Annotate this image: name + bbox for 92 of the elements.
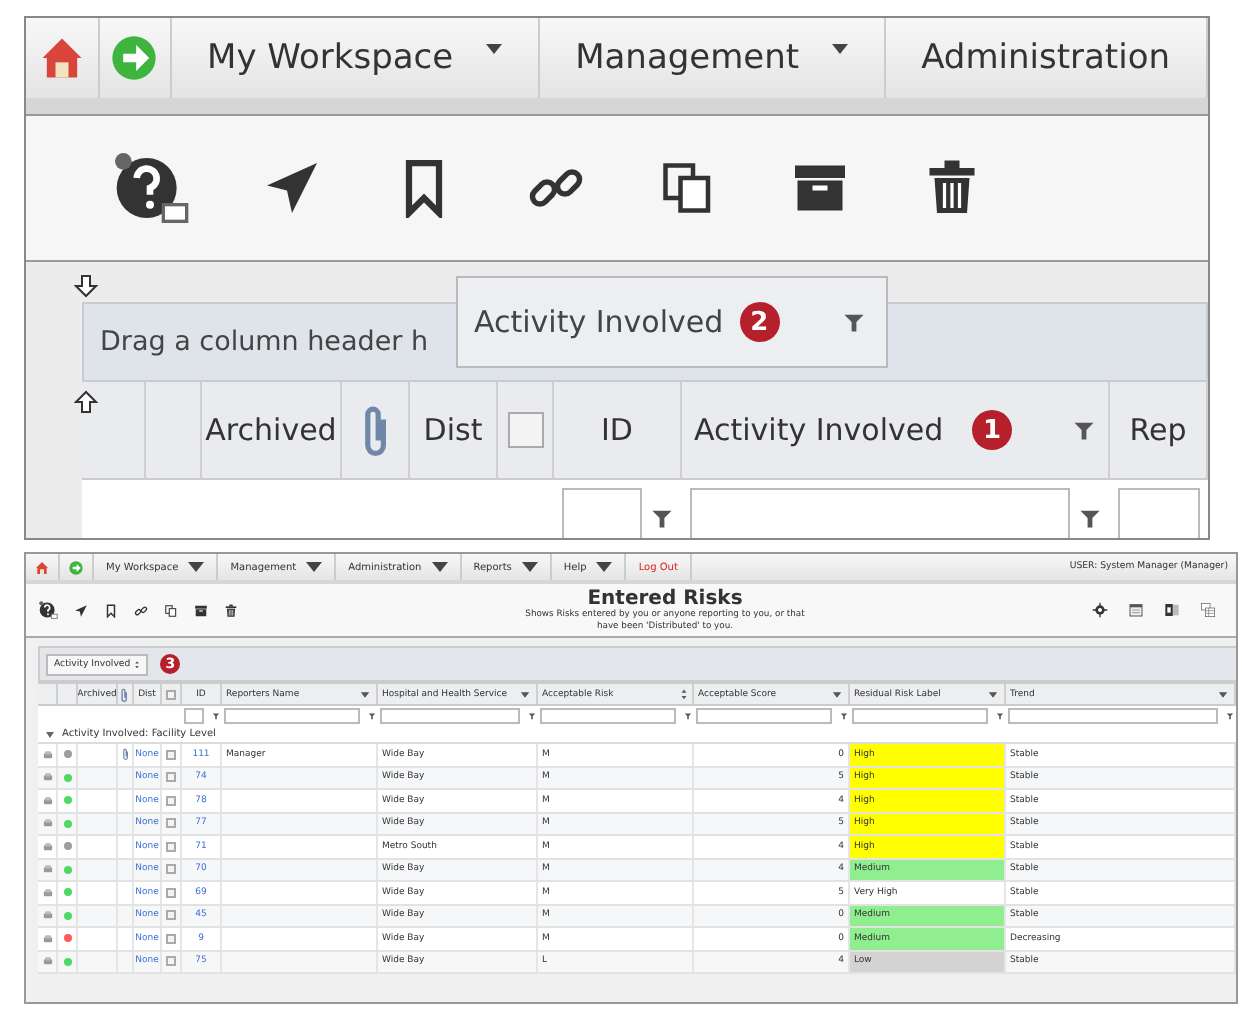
sort-icon[interactable] xyxy=(680,687,688,701)
dropdown-icon[interactable] xyxy=(1216,687,1230,701)
filter-field[interactable] xyxy=(1008,708,1218,724)
settings-icon[interactable] xyxy=(1092,602,1108,618)
callout-badge: 2 xyxy=(739,302,780,342)
stack-icon[interactable] xyxy=(41,818,53,829)
filter-field[interactable] xyxy=(540,708,676,724)
link-icon[interactable] xyxy=(134,603,148,617)
filter-icon[interactable] xyxy=(1226,712,1234,720)
calendar-icon[interactable] xyxy=(1128,602,1144,618)
filter-field[interactable] xyxy=(690,488,1070,538)
caret-icon xyxy=(188,562,205,572)
filter-icon[interactable] xyxy=(1072,418,1096,442)
filter-field[interactable] xyxy=(696,708,832,724)
filter-icon[interactable] xyxy=(842,310,866,334)
paper-plane-icon[interactable] xyxy=(262,158,322,218)
filter-field[interactable] xyxy=(224,708,360,724)
select-all-checkbox[interactable] xyxy=(166,689,176,699)
row-checkbox[interactable] xyxy=(166,887,176,898)
sort-icon[interactable] xyxy=(134,659,141,669)
paperclip-icon xyxy=(121,748,129,761)
house-icon[interactable] xyxy=(34,559,50,575)
filter-icon[interactable] xyxy=(840,712,848,720)
drop-arrow-icon xyxy=(74,390,98,414)
column-header[interactable]: Rep xyxy=(1110,382,1208,478)
go-icon[interactable] xyxy=(108,32,161,84)
menu-item[interactable]: My Workspace xyxy=(171,18,540,98)
dropdown-icon[interactable] xyxy=(518,687,532,701)
filter-field[interactable] xyxy=(852,708,988,724)
filter-field[interactable] xyxy=(184,708,204,724)
select-all-checkbox[interactable] xyxy=(507,412,543,448)
dropdown-icon[interactable] xyxy=(830,687,844,701)
stack-icon[interactable] xyxy=(41,795,53,806)
question-mark-icon[interactable] xyxy=(110,148,190,228)
filter-icon[interactable] xyxy=(996,712,1004,720)
column-header[interactable]: Activity Involved 1 xyxy=(682,382,1110,478)
row-checkbox[interactable] xyxy=(166,749,176,760)
row-checkbox[interactable] xyxy=(166,956,176,967)
go-icon[interactable] xyxy=(68,559,84,575)
caret-icon xyxy=(431,562,448,572)
callout-badge: 1 xyxy=(972,410,1012,450)
stack-icon[interactable] xyxy=(41,910,53,921)
stack-icon[interactable] xyxy=(41,772,53,783)
row-checkbox[interactable] xyxy=(166,795,176,806)
column-header[interactable]: Archived xyxy=(202,382,342,478)
expand-toggle[interactable] xyxy=(46,731,54,737)
stack-icon[interactable] xyxy=(41,933,53,944)
stack-icon[interactable] xyxy=(41,864,53,875)
filter-field[interactable] xyxy=(562,488,642,538)
caret-icon xyxy=(831,43,848,53)
paperclip-icon xyxy=(359,404,391,456)
bookmark-icon[interactable] xyxy=(104,603,118,617)
filter-icon[interactable] xyxy=(528,712,536,720)
row-checkbox[interactable] xyxy=(166,933,176,944)
page-title: Entered Risks xyxy=(587,588,743,611)
dropdown-icon[interactable] xyxy=(986,687,1000,701)
paper-plane-icon[interactable] xyxy=(74,603,88,617)
filter-icon[interactable] xyxy=(684,712,692,720)
row-checkbox[interactable] xyxy=(166,772,176,783)
filter-icon[interactable] xyxy=(650,506,674,530)
copy-icon[interactable] xyxy=(164,603,178,617)
archive-box-icon[interactable] xyxy=(194,603,208,617)
row-checkbox[interactable] xyxy=(166,864,176,875)
menu-item[interactable]: Administration xyxy=(885,18,1208,98)
group-hint: Drag a column header h xyxy=(100,326,429,358)
filter-field[interactable] xyxy=(380,708,520,724)
menu-item[interactable]: Management xyxy=(539,18,886,98)
filter-field[interactable] xyxy=(1118,488,1200,538)
document-icon[interactable] xyxy=(1164,602,1180,618)
row-checkbox[interactable] xyxy=(166,818,176,829)
column-header[interactable]: Dist xyxy=(410,382,498,478)
row-checkbox[interactable] xyxy=(166,841,176,852)
filter-icon[interactable] xyxy=(212,712,220,720)
dropdown-icon[interactable] xyxy=(358,687,372,701)
stack-icon[interactable] xyxy=(41,749,53,760)
caret-icon xyxy=(485,43,502,53)
drop-arrow-icon xyxy=(74,274,98,298)
dragged-column-header[interactable]: Activity Involved 2 xyxy=(456,276,888,368)
stack-icon[interactable] xyxy=(41,887,53,898)
paperclip-icon xyxy=(120,687,130,701)
caret-icon xyxy=(521,562,538,572)
table-icon[interactable] xyxy=(1200,602,1216,618)
row-checkbox[interactable] xyxy=(166,910,176,921)
filter-icon[interactable] xyxy=(1078,506,1102,530)
column-header[interactable]: ID xyxy=(554,382,682,478)
caret-icon xyxy=(306,562,323,572)
stack-icon[interactable] xyxy=(41,956,53,967)
caret-icon xyxy=(596,562,613,572)
trash-icon[interactable] xyxy=(224,603,238,617)
stack-icon[interactable] xyxy=(41,841,53,852)
filter-icon[interactable] xyxy=(368,712,376,720)
question-mark-icon[interactable] xyxy=(38,600,58,620)
